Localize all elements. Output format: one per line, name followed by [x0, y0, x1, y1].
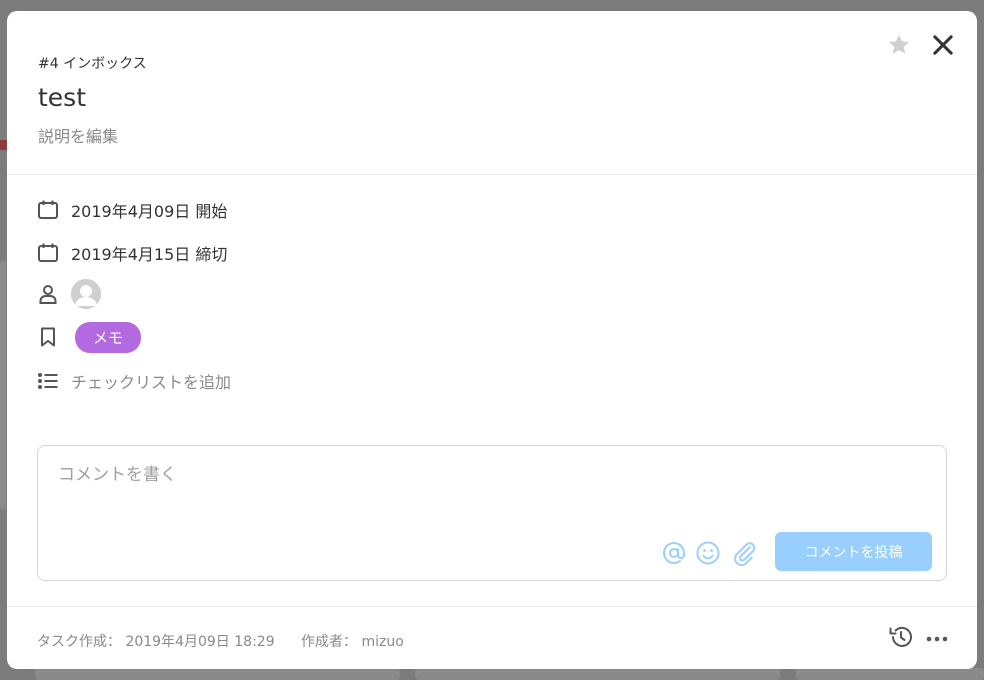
modal-footer: タスク作成： 2019年4月09日 18:29 作成者： mizuo: [7, 606, 977, 669]
start-date[interactable]: 2019年4月09日 開始: [71, 198, 227, 222]
history-icon[interactable]: [887, 623, 915, 651]
calendar-icon: [37, 242, 59, 264]
person-icon: [37, 283, 59, 305]
edit-description-link[interactable]: 説明を編集: [38, 123, 118, 147]
post-comment-button[interactable]: コメントを投稿: [775, 532, 932, 571]
smile-icon[interactable]: [695, 540, 721, 566]
star-icon[interactable]: [885, 31, 913, 59]
comment-input[interactable]: [58, 460, 918, 490]
calendar-icon: [37, 199, 59, 221]
task-title[interactable]: test: [38, 83, 86, 112]
comment-box: コメントを投稿: [37, 445, 947, 581]
background-card: [0, 260, 6, 510]
modal-header: #4 インボックス test 説明を編集: [7, 11, 977, 175]
task-detail-modal: #4 インボックス test 説明を編集 2019年4月09日 開始 2019年…: [7, 11, 977, 669]
start-date-row[interactable]: 2019年4月09日 開始: [37, 195, 227, 225]
due-date[interactable]: 2019年4月15日 締切: [71, 241, 227, 265]
due-date-row[interactable]: 2019年4月15日 締切: [37, 238, 227, 268]
author: 作成者： mizuo: [301, 634, 404, 650]
background-card: [35, 668, 400, 680]
avatar[interactable]: [71, 279, 101, 309]
created-at: タスク作成： 2019年4月09日 18:29: [37, 634, 275, 650]
tag-memo[interactable]: メモ: [75, 321, 142, 353]
more-icon[interactable]: [925, 627, 949, 651]
background-card: [415, 668, 780, 680]
breadcrumb[interactable]: #4 インボックス: [38, 53, 147, 73]
add-checklist-row[interactable]: チェックリストを追加: [37, 366, 231, 396]
close-icon[interactable]: [929, 31, 957, 59]
paperclip-icon[interactable]: [731, 540, 757, 567]
tag-row: メモ: [37, 321, 142, 353]
add-checklist-link[interactable]: チェックリストを追加: [71, 369, 231, 393]
checklist-icon: [37, 370, 59, 392]
background-card: [796, 668, 984, 680]
bookmark-icon[interactable]: [37, 326, 59, 348]
assignee-row[interactable]: [37, 279, 101, 309]
at-icon[interactable]: [661, 540, 687, 566]
